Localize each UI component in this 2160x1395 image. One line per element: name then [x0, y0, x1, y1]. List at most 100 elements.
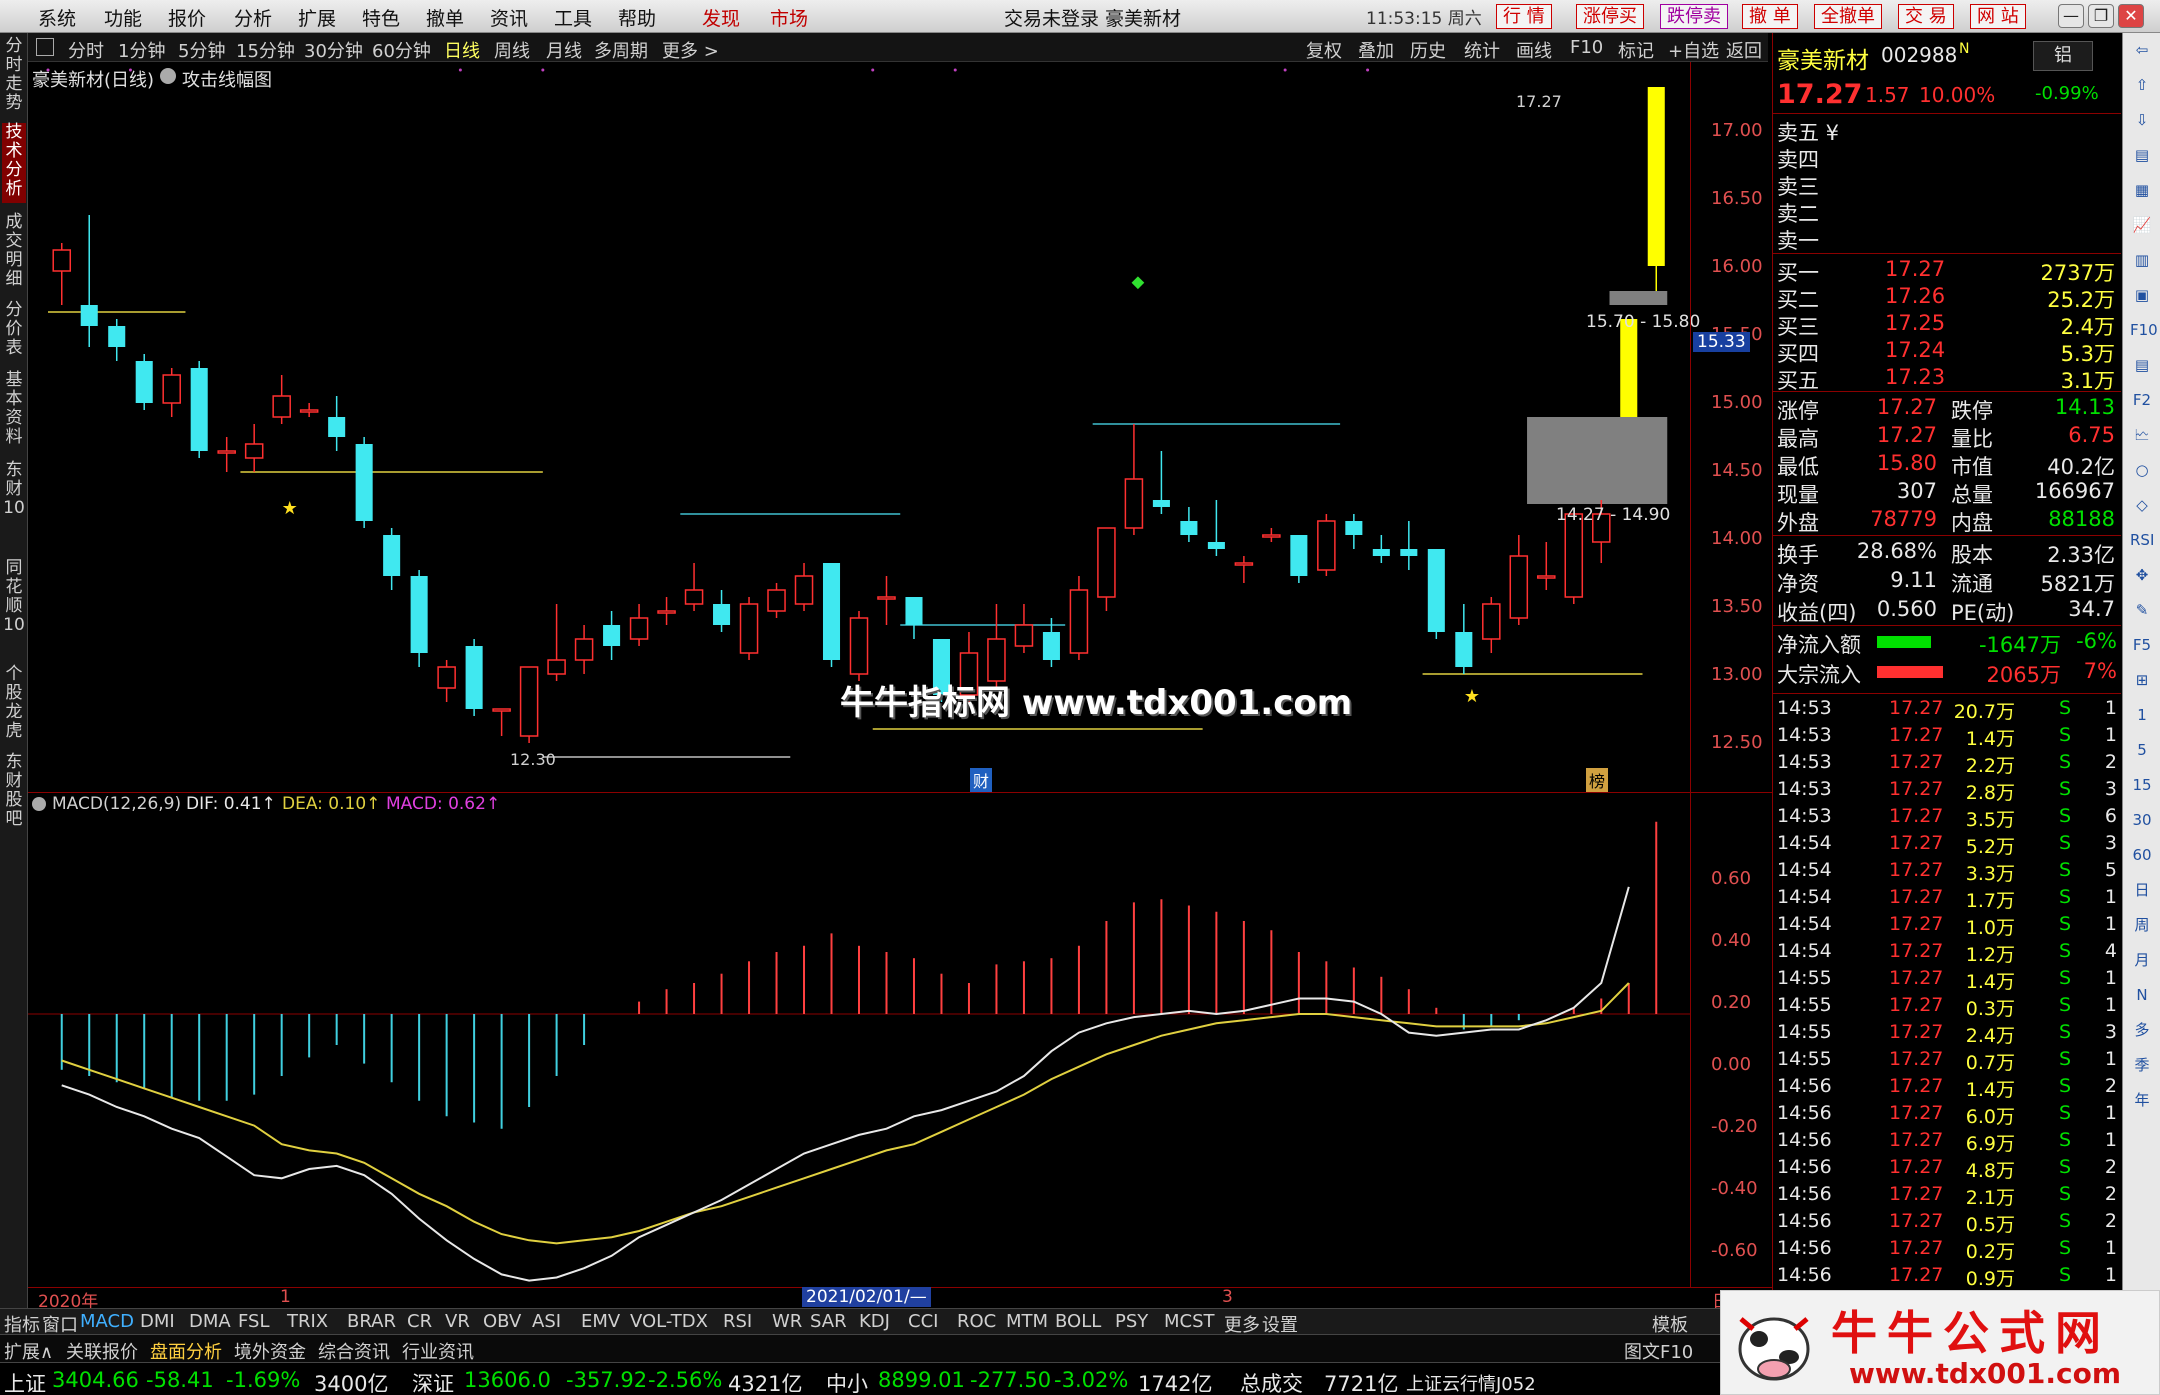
period-weekly[interactable]: 周线: [494, 37, 530, 63]
indicator-tab[interactable]: BRAR: [347, 1311, 396, 1332]
period-30min[interactable]: 30分钟: [304, 37, 363, 63]
toolbar-icon[interactable]: 月: [2130, 949, 2154, 971]
toolbar-icon[interactable]: ○: [2130, 459, 2154, 481]
toolbar-icon[interactable]: F2: [2130, 389, 2154, 411]
toolbar-icon[interactable]: 🗠: [2130, 424, 2154, 446]
toolbar-icon[interactable]: ✥: [2130, 564, 2154, 586]
indicator-tab[interactable]: ASI: [532, 1311, 561, 1332]
ticker-sz-label[interactable]: 深证: [412, 1368, 454, 1395]
toolbar-icon[interactable]: ▣: [2130, 284, 2154, 306]
toolbar-icon[interactable]: 60: [2130, 844, 2154, 866]
menu-function[interactable]: 功能: [104, 4, 142, 31]
ranking-marker[interactable]: 榜: [1586, 768, 1609, 792]
menu-discover[interactable]: 发现: [702, 4, 740, 31]
tab-guba[interactable]: 东财股吧: [2, 753, 26, 833]
toolbar-icon[interactable]: 1: [2130, 704, 2154, 726]
toolbar-icon[interactable]: 多: [2130, 1019, 2154, 1041]
indicator-tab[interactable]: WR: [772, 1311, 802, 1332]
tab-foreign-funds[interactable]: 境外资金: [234, 1338, 306, 1364]
toolbar-icon[interactable]: F5: [2130, 634, 2154, 656]
menu-tools[interactable]: 工具: [554, 4, 592, 31]
toolbar-icon[interactable]: F10: [2130, 319, 2158, 341]
finance-marker[interactable]: 财: [970, 768, 993, 792]
indicator-tab[interactable]: DMA: [189, 1311, 231, 1332]
indicator-tab[interactable]: EMV: [581, 1311, 620, 1332]
indicator-tab[interactable]: CCI: [908, 1311, 938, 1332]
indicator-tab[interactable]: PSY: [1115, 1311, 1148, 1332]
toolbar-icon[interactable]: N: [2130, 984, 2154, 1006]
tab-general-news[interactable]: 综合资讯: [318, 1338, 390, 1364]
toolbar-icon[interactable]: 日: [2130, 879, 2154, 901]
period-monthly[interactable]: 月线: [546, 37, 582, 63]
menu-help[interactable]: 帮助: [618, 4, 656, 31]
indicator-tab[interactable]: FSL: [238, 1311, 270, 1332]
toolbar-icon[interactable]: ⊞: [2130, 669, 2154, 691]
menu-quote[interactable]: 报价: [168, 4, 206, 31]
toolbar-icon[interactable]: 5: [2130, 739, 2154, 761]
indicator-tab[interactable]: BOLL: [1055, 1311, 1101, 1332]
toolbar-icon[interactable]: 30: [2130, 809, 2154, 831]
logo-url[interactable]: www.tdx001.com: [1849, 1357, 2121, 1390]
toolbar-icon[interactable]: ✎: [2130, 599, 2154, 621]
website-button[interactable]: 网 站: [1970, 4, 2026, 29]
restore-button[interactable]: ❐: [2088, 4, 2114, 28]
toolbar-icon[interactable]: ▤: [2130, 354, 2154, 376]
adjust-button[interactable]: 复权: [1306, 37, 1342, 63]
period-60min[interactable]: 60分钟: [372, 37, 431, 63]
menu-analysis[interactable]: 分析: [234, 4, 272, 31]
indicator-tab[interactable]: MACD: [80, 1311, 134, 1332]
draw-line-button[interactable]: 画线: [1516, 37, 1552, 63]
toggle-icon[interactable]: [36, 38, 54, 56]
indicator-tab[interactable]: CR: [407, 1311, 432, 1332]
tab-price-table[interactable]: 分价表: [2, 301, 26, 363]
indicator-tab[interactable]: RSI: [723, 1311, 752, 1332]
indicator-tab[interactable]: ROC: [957, 1311, 996, 1332]
toolbar-icon[interactable]: 年: [2130, 1089, 2154, 1111]
toolbar-icon[interactable]: 15: [2130, 774, 2154, 796]
indicator-tab[interactable]: TRIX: [287, 1311, 328, 1332]
tab-eastmoney[interactable]: 东财10: [2, 461, 26, 551]
ticker-sme-label[interactable]: 中小: [826, 1368, 868, 1395]
toolbar-icon[interactable]: 季: [2130, 1054, 2154, 1076]
mark-button[interactable]: 标记: [1618, 37, 1654, 63]
indicator-tab[interactable]: VR: [445, 1311, 470, 1332]
toolbar-icon[interactable]: ⇩: [2130, 109, 2154, 131]
period-15min[interactable]: 15分钟: [236, 37, 295, 63]
menu-news[interactable]: 资讯: [490, 4, 528, 31]
back-button[interactable]: 返回: [1726, 37, 1762, 63]
toolbar-icon[interactable]: 周: [2130, 914, 2154, 936]
toolbar-icon[interactable]: ⇦: [2130, 39, 2154, 61]
ticker-news[interactable]: 上证云行情J052: [1406, 1370, 1536, 1395]
toolbar-icon[interactable]: ▥: [2130, 249, 2154, 271]
tab-graphic-f10[interactable]: 图文F10: [1624, 1338, 1693, 1364]
toolbar-icon[interactable]: ▤: [2130, 144, 2154, 166]
menu-extend[interactable]: 扩展: [298, 4, 336, 31]
ticker-sh-label[interactable]: 上证: [4, 1368, 46, 1395]
statistics-button[interactable]: 统计: [1464, 37, 1500, 63]
tab-board-analysis[interactable]: 盘面分析: [150, 1338, 222, 1364]
add-watchlist-button[interactable]: +自选: [1668, 37, 1719, 63]
tab-profile[interactable]: 基本资料: [2, 371, 26, 451]
indicator-tab[interactable]: SAR: [810, 1311, 847, 1332]
indicator-tab[interactable]: KDJ: [859, 1311, 890, 1332]
history-button[interactable]: 历史: [1410, 37, 1446, 63]
close-button[interactable]: ✕: [2118, 4, 2144, 28]
limit-up-buy-button[interactable]: 涨停买: [1576, 4, 1644, 29]
quote-button[interactable]: 行 情: [1496, 4, 1552, 29]
indicator-tab[interactable]: MTM: [1006, 1311, 1048, 1332]
cancel-all-button[interactable]: 全撤单: [1814, 4, 1882, 29]
limit-down-sell-button[interactable]: 跌停卖: [1660, 4, 1728, 29]
period-1min[interactable]: 1分钟: [118, 37, 165, 63]
menu-market[interactable]: 市场: [770, 4, 808, 31]
indicator-tab[interactable]: DMI: [140, 1311, 175, 1332]
indicator-tab[interactable]: MCST: [1164, 1311, 1215, 1332]
period-intraday[interactable]: 分时: [68, 37, 104, 63]
period-5min[interactable]: 5分钟: [178, 37, 225, 63]
overlay-button[interactable]: 叠加: [1358, 37, 1394, 63]
menu-cancel-order[interactable]: 撤单: [426, 4, 464, 31]
macd-chart[interactable]: [28, 810, 1690, 1290]
menu-feature[interactable]: 特色: [362, 4, 400, 31]
menu-system[interactable]: 系统: [38, 4, 76, 31]
period-more[interactable]: 更多 >: [662, 37, 719, 63]
tab-extend[interactable]: 扩展∧: [4, 1338, 53, 1364]
